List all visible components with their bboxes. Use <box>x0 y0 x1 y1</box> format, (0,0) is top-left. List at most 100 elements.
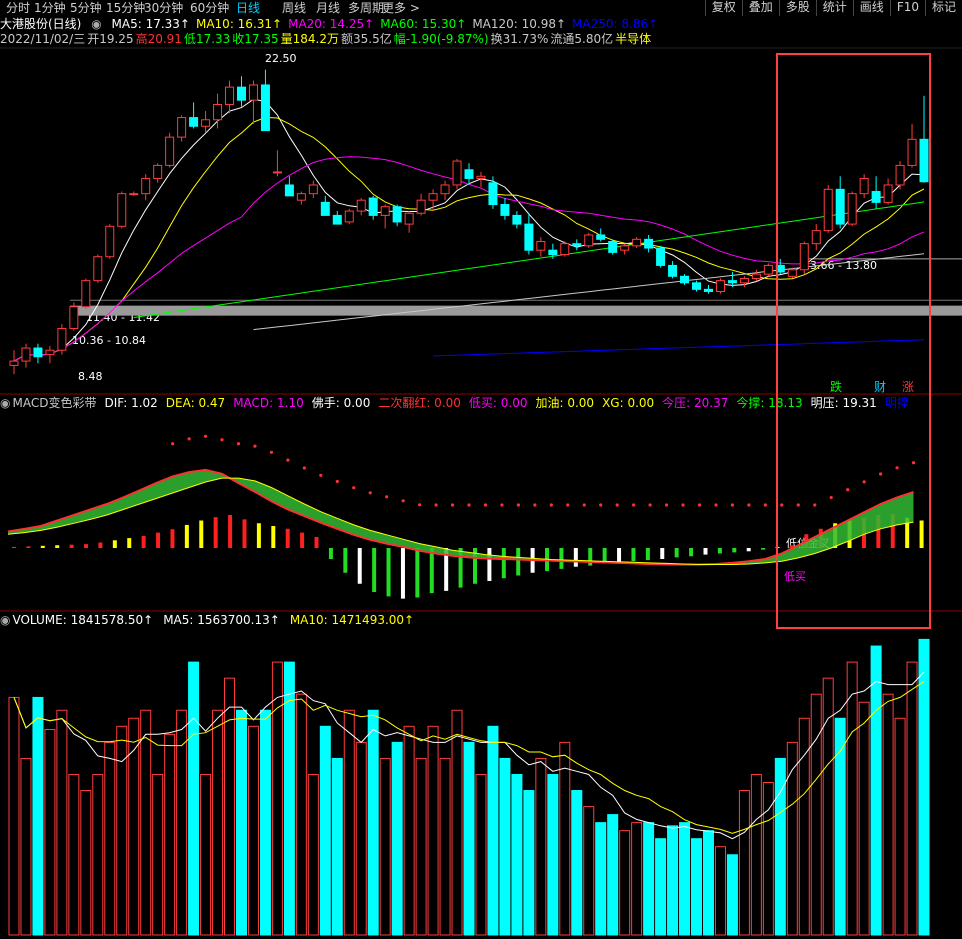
candle-body <box>272 171 282 174</box>
candle-body <box>512 214 522 225</box>
macd-dot <box>697 503 702 507</box>
volume-bar <box>212 709 224 936</box>
macd-dot <box>763 503 767 507</box>
volume-bar <box>810 693 822 936</box>
candle-body <box>177 117 187 138</box>
macd-dot <box>500 503 504 507</box>
volume-bar <box>403 725 415 936</box>
volume-bar <box>463 741 475 936</box>
macd-dot <box>203 434 208 438</box>
volume-bar <box>343 709 355 936</box>
volume-bar <box>547 773 559 936</box>
macd-dot <box>418 503 422 507</box>
candle-body <box>715 280 725 293</box>
volume-bar <box>906 661 918 936</box>
volume-bar <box>607 814 619 936</box>
candle-body <box>464 169 474 179</box>
macd-dot <box>599 503 603 507</box>
candle-body <box>811 230 821 245</box>
macd-dot <box>895 466 899 470</box>
candle-body <box>488 182 498 206</box>
macd-dot <box>450 503 455 507</box>
macd-dot <box>582 503 586 507</box>
volume-bar <box>391 741 403 936</box>
candle-body <box>236 86 246 101</box>
volume-bar <box>176 709 188 936</box>
volume-bar <box>200 773 212 936</box>
candle-body <box>356 199 366 212</box>
candle-body <box>823 188 833 232</box>
volume-bar <box>56 709 68 936</box>
macd-dot <box>862 480 866 484</box>
macd-dot <box>236 442 241 446</box>
volume-bar <box>259 709 271 936</box>
candle-body <box>33 347 43 358</box>
macd-dot <box>269 450 274 454</box>
candle-body <box>440 184 450 195</box>
macd-dot <box>648 503 652 507</box>
volume-bar <box>80 790 92 936</box>
volume-bar <box>439 757 451 936</box>
candle-body <box>201 119 211 127</box>
candle-body <box>644 238 654 249</box>
macd-dot <box>368 491 372 495</box>
candle-body <box>404 212 414 225</box>
candle-body <box>260 84 270 132</box>
volume-bar <box>595 822 607 936</box>
volume-bar <box>295 693 307 936</box>
candle-body <box>584 234 594 247</box>
candle-body <box>129 193 139 196</box>
volume-bar <box>691 838 703 936</box>
volume-bar <box>152 773 164 936</box>
candle-body <box>45 349 55 356</box>
volume-bar <box>738 790 750 936</box>
volume-bar <box>667 825 679 936</box>
volume-bar <box>523 790 535 936</box>
candle-body <box>739 277 749 284</box>
candle-body <box>21 347 31 362</box>
volume-bar <box>451 709 463 936</box>
volume-bar <box>846 661 858 936</box>
volume-bar <box>870 645 882 936</box>
candle-body <box>859 177 869 195</box>
macd-dot <box>615 503 619 507</box>
volume-bar <box>68 773 80 936</box>
volume-bar <box>571 790 583 936</box>
candle-body <box>763 264 773 275</box>
candle-body <box>751 273 761 279</box>
candle-body <box>141 177 151 195</box>
volume-bar <box>583 806 595 936</box>
macd-dot <box>335 479 339 484</box>
candle-body <box>692 282 702 290</box>
volume-bar <box>164 733 176 936</box>
candle-body <box>907 138 917 166</box>
macd-dot <box>796 503 800 507</box>
volume-bar <box>44 729 56 936</box>
candle-body <box>320 201 330 216</box>
volume-bar <box>379 757 391 936</box>
volume-bar <box>726 854 738 936</box>
volume-bar <box>894 717 906 936</box>
volume-bar <box>116 725 128 936</box>
candle-body <box>560 243 570 256</box>
candle-body <box>500 204 510 216</box>
candle-body <box>620 245 630 251</box>
ma-line-MA250 <box>433 339 925 357</box>
volume-bar <box>535 757 547 936</box>
macd-dot <box>549 503 553 507</box>
volume-bar <box>822 677 834 936</box>
ma-line-MA120 <box>253 253 925 331</box>
volume-bar <box>882 693 894 936</box>
volume-bar <box>559 741 571 936</box>
macd-dot <box>911 461 916 465</box>
candle-body <box>57 327 67 351</box>
volume-bar <box>331 757 343 936</box>
candle-body <box>572 243 582 247</box>
macd-dot <box>714 503 718 507</box>
candle-body <box>703 288 713 293</box>
volume-bar <box>655 838 667 936</box>
volume-bar <box>702 830 714 936</box>
candle-body <box>284 184 294 197</box>
macd-dot <box>632 503 636 507</box>
candle-body <box>332 214 342 225</box>
